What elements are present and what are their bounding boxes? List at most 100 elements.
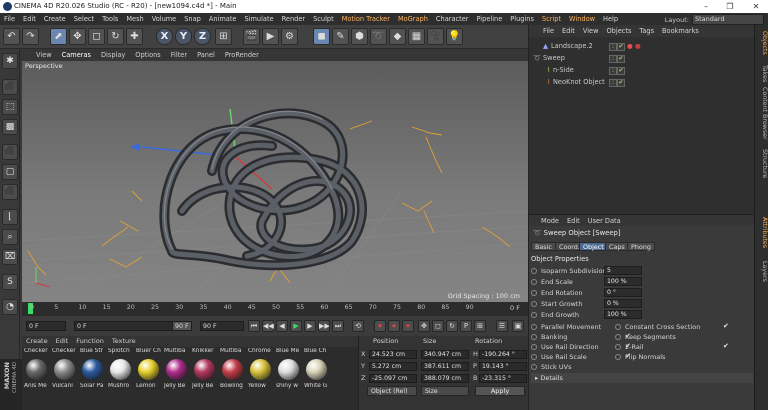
tab-takes-vertical[interactable]: Takes <box>756 65 768 82</box>
z-axis-lock-button[interactable]: Z <box>194 28 211 45</box>
pen-spline-icon[interactable]: ✎ <box>332 28 349 45</box>
texture-mode-icon[interactable]: ⬚ <box>2 99 18 115</box>
field-value[interactable]: 0 ° <box>604 288 642 297</box>
redo-icon[interactable]: ↷ <box>22 28 39 45</box>
animation-dot[interactable] <box>615 324 621 330</box>
objects-menu-view[interactable]: View <box>579 25 603 37</box>
rotation-b-field[interactable]: -23.315 ° <box>479 374 527 383</box>
light-icon[interactable]: 💡 <box>446 28 463 45</box>
position-y-field[interactable]: 5.272 cm <box>369 362 417 371</box>
timeline-layout-icon[interactable]: ☰ <box>496 320 508 332</box>
points-mode-icon[interactable]: ⬛ <box>2 144 18 160</box>
tab-object[interactable]: Object <box>579 242 608 251</box>
deformer-icon[interactable]: ◆ <box>389 28 406 45</box>
menu-select[interactable]: Select <box>70 13 98 25</box>
next-frame-icon[interactable]: ▶ <box>304 320 316 332</box>
position-x-field[interactable]: 24.523 cm <box>369 350 417 359</box>
menu-plugins[interactable]: Plugins <box>506 13 538 25</box>
minimize-button[interactable]: – <box>694 0 718 13</box>
animation-dot[interactable] <box>531 344 537 350</box>
animation-dot[interactable] <box>615 334 621 340</box>
go-to-end-icon[interactable]: ⏭ <box>332 320 344 332</box>
checkbox[interactable] <box>625 363 632 370</box>
live-selection-icon[interactable]: ⬈ <box>50 28 67 45</box>
viewport-menu-display[interactable]: Display <box>96 49 130 61</box>
objects-menu-tags[interactable]: Tags <box>635 25 658 37</box>
material-preview-sphere[interactable] <box>222 359 243 380</box>
loop-icon[interactable]: ⟲ <box>352 320 364 332</box>
visibility-dots[interactable]: : <box>609 79 617 87</box>
menu-sculpt[interactable]: Sculpt <box>309 13 338 25</box>
rotation-p-field[interactable]: 19.143 ° <box>479 362 527 371</box>
menu-mesh[interactable]: Mesh <box>122 13 147 25</box>
size-y-field[interactable]: 387.611 cm <box>421 362 469 371</box>
menu-script[interactable]: Script <box>538 13 565 25</box>
apply-button[interactable]: Apply <box>475 386 525 396</box>
enable-check[interactable]: ✔ <box>617 79 625 87</box>
material-menu-function[interactable]: Function <box>72 336 108 347</box>
3d-viewport[interactable]: Perspective Grid Spacing : 100 cm <box>22 61 528 302</box>
animation-dot[interactable] <box>531 301 537 307</box>
menu-render[interactable]: Render <box>278 13 309 25</box>
menu-file[interactable]: File <box>0 13 19 25</box>
keyframe-selection-icon[interactable]: ⏺ <box>402 320 414 332</box>
axis-mode-icon[interactable]: ⌊ <box>2 209 18 225</box>
key-rotation-icon[interactable]: ↻ <box>446 320 458 332</box>
key-parameter-icon[interactable]: P <box>460 320 472 332</box>
material-swatch[interactable]: Bluer Ch Lemon <box>136 347 161 395</box>
menu-volume[interactable]: Volume <box>148 13 181 25</box>
viewport-menu-view[interactable]: View <box>20 49 57 61</box>
size-mode-dropdown[interactable]: Size <box>421 386 469 396</box>
attributes-menu-edit[interactable]: Edit <box>563 215 584 227</box>
material-swatch[interactable]: Multiba Bowling <box>220 347 245 395</box>
animation-dot[interactable] <box>531 324 537 330</box>
animation-dot[interactable] <box>615 354 621 360</box>
field-value[interactable]: 0 % <box>604 299 642 308</box>
x-axis-lock-button[interactable]: X <box>156 28 173 45</box>
key-position-icon[interactable]: ✥ <box>418 320 430 332</box>
material-menu-create[interactable]: Create <box>22 336 52 347</box>
tab-basic[interactable]: Basic <box>531 242 556 251</box>
material-preview-sphere[interactable] <box>26 359 47 380</box>
tab-structure-vertical[interactable]: Structure <box>756 149 768 178</box>
material-preview-sphere[interactable] <box>54 359 75 380</box>
close-button[interactable]: ✕ <box>744 0 768 13</box>
render-to-picture-viewer-icon[interactable]: ▶ <box>262 28 279 45</box>
next-keyframe-icon[interactable]: ▶▶ <box>318 320 330 332</box>
max-frame-field[interactable]: 90 F <box>172 321 192 331</box>
checkbox[interactable]: ✔ <box>723 323 730 330</box>
checkbox[interactable]: ✔ <box>723 343 730 350</box>
menu-pipeline[interactable]: Pipeline <box>472 13 506 25</box>
key-scale-icon[interactable]: ◻ <box>432 320 444 332</box>
viewport-menu-filter[interactable]: Filter <box>166 49 192 61</box>
animation-dot[interactable] <box>615 344 621 350</box>
animation-dot[interactable] <box>531 364 537 370</box>
material-preview-sphere[interactable] <box>194 359 215 380</box>
objects-menu-bookmarks[interactable]: Bookmarks <box>658 25 703 37</box>
polygons-mode-icon[interactable]: ⬛ <box>2 184 18 200</box>
y-axis-lock-button[interactable]: Y <box>175 28 192 45</box>
visibility-dots[interactable]: : <box>609 43 617 51</box>
menu-snap[interactable]: Snap <box>180 13 205 25</box>
animation-dot[interactable] <box>531 279 537 285</box>
key-pla-icon[interactable]: ⊞ <box>474 320 486 332</box>
menu-mograph[interactable]: MoGraph <box>394 13 432 25</box>
make-editable-icon[interactable]: ✱ <box>2 53 18 69</box>
coordinate-system-icon[interactable]: ⊞ <box>215 28 232 45</box>
objects-menu-edit[interactable]: Edit <box>558 25 579 37</box>
menu-create[interactable]: Create <box>40 13 70 25</box>
menu-simulate[interactable]: Simulate <box>240 13 277 25</box>
material-preview-sphere[interactable] <box>306 359 327 380</box>
menu-window[interactable]: Window <box>565 13 599 25</box>
material-swatch[interactable]: Blue Ch White G <box>304 347 329 395</box>
rotate-tool-icon[interactable]: ↻ <box>107 28 124 45</box>
attributes-menu-user-data[interactable]: User Data <box>584 215 625 227</box>
attributes-menu-mode[interactable]: Mode <box>529 215 563 227</box>
maximize-button[interactable]: ❐ <box>718 0 742 13</box>
prev-keyframe-icon[interactable]: ◀◀ <box>262 320 274 332</box>
material-preview-sphere[interactable] <box>82 359 103 380</box>
viewport-menu-panel[interactable]: Panel <box>192 49 220 61</box>
autokey-icon[interactable]: ⏺ <box>388 320 400 332</box>
visibility-dots[interactable]: : <box>609 67 617 75</box>
render-view-icon[interactable]: 🎬 <box>243 28 260 45</box>
